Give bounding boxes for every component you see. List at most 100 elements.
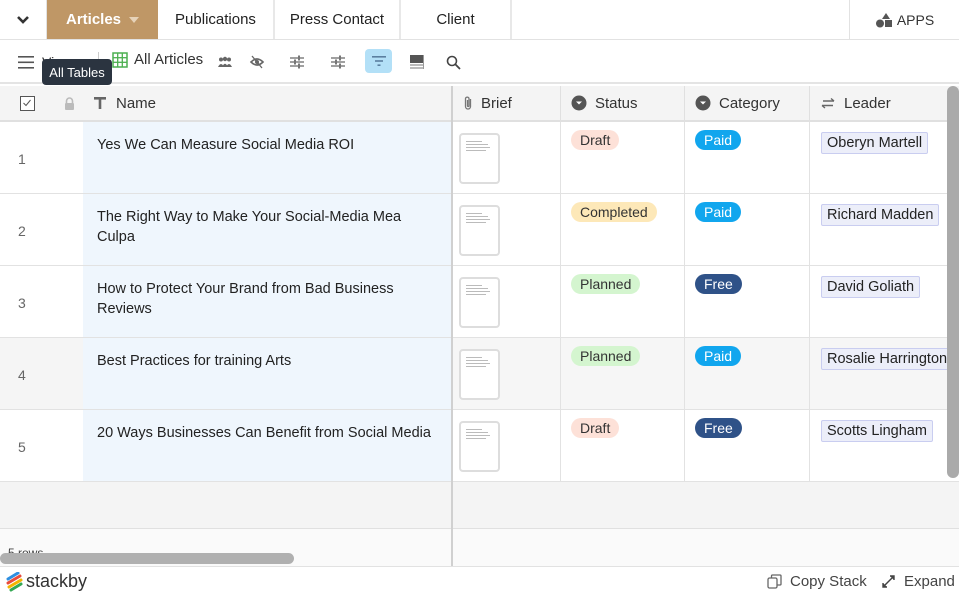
tab-client[interactable]: Client (401, 0, 512, 39)
name-cell[interactable]: Yes We Can Measure Social Media ROI (83, 122, 451, 193)
document-thumbnail[interactable] (459, 421, 500, 472)
linked-record-chip[interactable]: Oberyn Martell (821, 132, 929, 154)
brief-cell[interactable] (453, 194, 561, 265)
stackby-logo[interactable]: stackby (6, 571, 87, 592)
table-row[interactable]: Draft Free Scotts Lingham (453, 410, 959, 482)
leader-cell[interactable]: Oberyn Martell (810, 122, 959, 193)
column-header-category[interactable]: Category (685, 86, 810, 120)
copy-stack-label: Copy Stack (790, 573, 867, 590)
status-cell[interactable]: Draft (561, 122, 685, 193)
table-row[interactable]: 3 How to Protect Your Brand from Bad Busi… (0, 266, 451, 338)
all-tables-tooltip: All Tables (42, 59, 112, 85)
column-header-label: Category (719, 94, 780, 112)
column-header-label: Status (595, 94, 638, 112)
paperclip-icon (464, 96, 472, 110)
leader-cell[interactable]: Richard Madden (810, 194, 959, 265)
select-all-checkbox[interactable] (20, 96, 35, 111)
apps-shapes-icon (875, 12, 892, 27)
leader-cell[interactable]: David Goliath (810, 266, 959, 337)
row-height-button[interactable] (406, 51, 428, 73)
category-cell[interactable]: Free (685, 266, 810, 337)
leader-cell[interactable]: Rosalie Harrington (810, 338, 959, 409)
tab-label: Client (436, 11, 475, 28)
status-cell[interactable]: Draft (561, 410, 685, 481)
sort-lines-icon (371, 56, 386, 66)
name-cell[interactable]: The Right Way to Make Your Social-Media … (83, 194, 451, 265)
row-height-icon (410, 55, 424, 69)
copy-stack-button[interactable]: Copy Stack (767, 573, 867, 590)
vertical-scrollbar[interactable] (947, 86, 959, 478)
name-cell[interactable]: Best Practices for training Arts (83, 338, 451, 409)
document-thumbnail[interactable] (459, 349, 500, 400)
hide-fields-button[interactable] (246, 51, 268, 73)
brief-cell[interactable] (453, 338, 561, 409)
table-row[interactable]: Draft Paid Oberyn Martell (453, 122, 959, 194)
views-menu-button[interactable] (14, 51, 38, 73)
brief-cell[interactable] (453, 266, 561, 337)
sort-button[interactable] (365, 49, 392, 73)
leader-cell[interactable]: Scotts Lingham (810, 410, 959, 481)
lock-icon (65, 97, 74, 110)
document-thumbnail[interactable] (459, 277, 500, 328)
status-badge: Planned (571, 346, 641, 366)
current-view-selector[interactable]: All Articles (112, 51, 203, 68)
column-header-brief[interactable]: Brief (453, 86, 561, 120)
tab-label: Press Contact (289, 11, 385, 28)
table-row[interactable]: 1 Yes We Can Measure Social Media ROI (0, 122, 451, 194)
table-row[interactable]: 4 Best Practices for training Arts (0, 338, 451, 410)
brief-cell[interactable] (453, 410, 561, 481)
linked-record-chip[interactable]: David Goliath (821, 276, 921, 298)
document-thumbnail[interactable] (459, 133, 500, 184)
table-row[interactable]: 5 20 Ways Businesses Can Benefit from Soc… (0, 410, 451, 482)
frozen-header: Name (0, 86, 451, 122)
tab-publications[interactable]: Publications (158, 0, 275, 39)
add-row-area[interactable] (453, 482, 959, 529)
expand-arrows-icon (882, 575, 895, 588)
category-cell[interactable]: Free (685, 410, 810, 481)
column-header-leader[interactable]: Leader (810, 86, 959, 120)
status-cell[interactable]: Planned (561, 338, 685, 409)
bottom-bar: stackby Copy Stack Expand (0, 566, 959, 596)
table-row[interactable]: Completed Paid Richard Madden (453, 194, 959, 266)
table-row[interactable]: Planned Free David Goliath (453, 266, 959, 338)
status-cell[interactable]: Planned (561, 266, 685, 337)
search-button[interactable] (442, 51, 464, 73)
name-cell[interactable]: How to Protect Your Brand from Bad Busin… (83, 266, 451, 337)
status-badge: Completed (571, 202, 657, 222)
search-icon (446, 55, 461, 70)
category-cell[interactable]: Paid (685, 338, 810, 409)
table-row[interactable]: Planned Paid Rosalie Harrington (453, 338, 959, 410)
category-cell[interactable]: Paid (685, 194, 810, 265)
collaborators-button[interactable] (214, 51, 236, 73)
document-thumbnail[interactable] (459, 205, 500, 256)
frozen-pane: Name 1 Yes We Can Measure Social Media RO… (0, 86, 451, 567)
filter-button[interactable] (286, 51, 308, 73)
collapse-button[interactable] (0, 0, 47, 39)
tab-articles[interactable]: Articles (47, 0, 158, 39)
row-number: 2 (0, 194, 83, 265)
status-badge: Planned (571, 274, 641, 294)
linked-record-chip[interactable]: Scotts Lingham (821, 420, 933, 442)
apps-button[interactable]: APPS (849, 0, 959, 39)
grid-icon (112, 51, 128, 68)
tab-press-contact[interactable]: Press Contact (275, 0, 401, 39)
users-icon (218, 56, 232, 67)
eye-slash-icon (249, 55, 265, 69)
check-icon (23, 99, 31, 107)
caret-down-icon[interactable] (129, 16, 140, 23)
brief-cell[interactable] (453, 122, 561, 193)
add-row-area[interactable] (0, 482, 451, 529)
horizontal-scrollbar[interactable] (0, 553, 294, 564)
category-badge: Paid (695, 130, 742, 150)
group-button[interactable] (327, 51, 349, 73)
stackby-logo-icon (6, 571, 23, 591)
expand-button[interactable]: Expand (881, 573, 955, 590)
table-row[interactable]: 2 The Right Way to Make Your Social-Media… (0, 194, 451, 266)
status-cell[interactable]: Completed (561, 194, 685, 265)
category-cell[interactable]: Paid (685, 122, 810, 193)
linked-record-chip[interactable]: Rosalie Harrington (821, 348, 954, 370)
name-cell[interactable]: 20 Ways Businesses Can Benefit from Soci… (83, 410, 451, 481)
linked-record-chip[interactable]: Richard Madden (821, 204, 940, 226)
column-header-status[interactable]: Status (561, 86, 685, 120)
column-header-name[interactable]: Name (94, 86, 156, 120)
